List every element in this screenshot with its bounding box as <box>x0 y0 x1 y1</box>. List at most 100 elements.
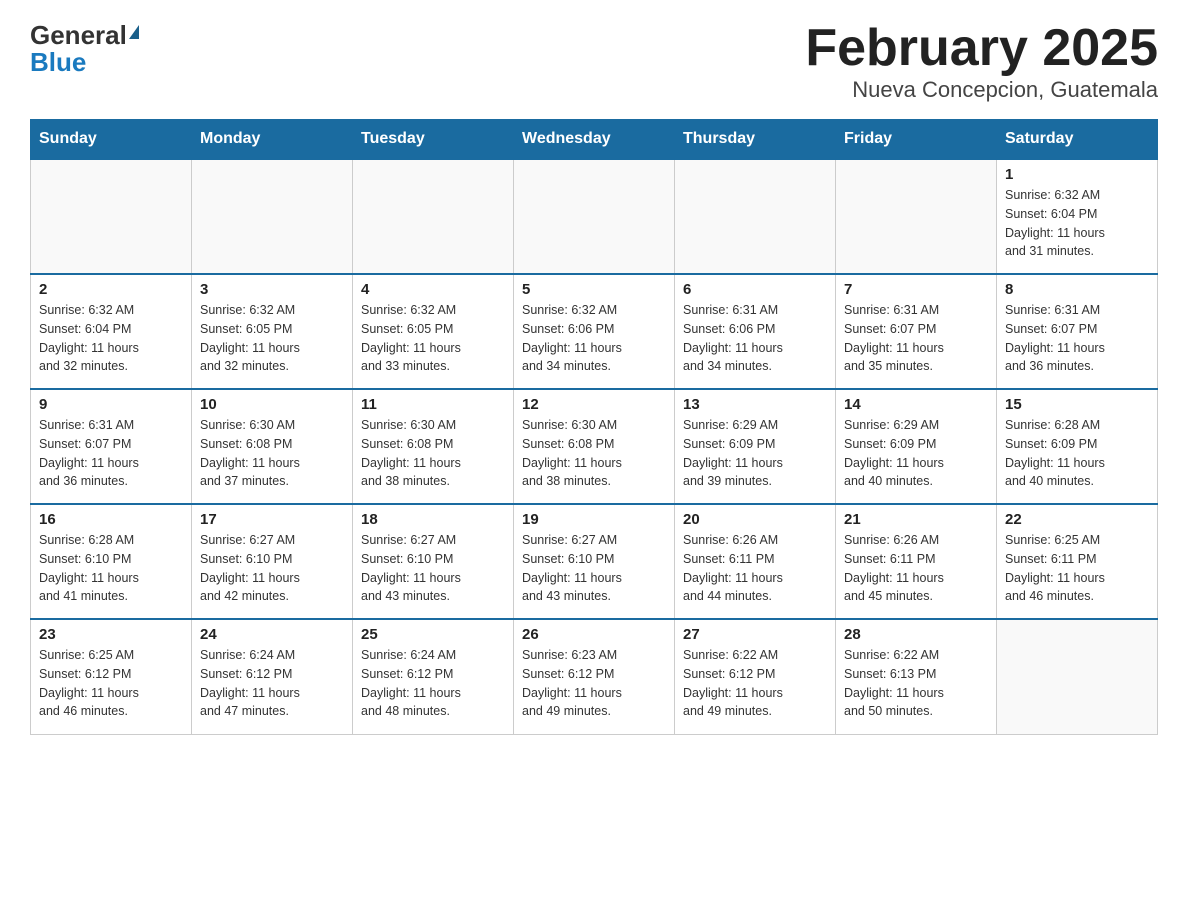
day-number: 19 <box>522 511 666 528</box>
day-info: Sunrise: 6:23 AMSunset: 6:12 PMDaylight:… <box>522 646 666 721</box>
table-row <box>836 159 997 274</box>
day-number: 7 <box>844 281 988 298</box>
day-number: 10 <box>200 396 344 413</box>
day-number: 14 <box>844 396 988 413</box>
table-row: 4Sunrise: 6:32 AMSunset: 6:05 PMDaylight… <box>353 274 514 389</box>
day-number: 18 <box>361 511 505 528</box>
day-info: Sunrise: 6:25 AMSunset: 6:12 PMDaylight:… <box>39 646 183 721</box>
day-number: 20 <box>683 511 827 528</box>
day-number: 5 <box>522 281 666 298</box>
day-number: 8 <box>1005 281 1149 298</box>
table-row: 25 Sunrise: 6:24 AMSunset: 6:12 PMDayligh… <box>353 619 514 734</box>
calendar-subtitle: Nueva Concepcion, Guatemala <box>805 77 1158 103</box>
day-number: 16 <box>39 511 183 528</box>
table-row <box>997 619 1158 734</box>
table-row: 18 Sunrise: 6:27 AMSunset: 6:10 PMDayligh… <box>353 504 514 619</box>
table-row: 20 Sunrise: 6:26 AMSunset: 6:11 PMDayligh… <box>675 504 836 619</box>
day-number: 23 <box>39 626 183 643</box>
day-info: Sunrise: 6:31 AMSunset: 6:06 PMDaylight:… <box>683 301 827 376</box>
header-saturday: Saturday <box>997 120 1158 160</box>
table-row: 7 Sunrise: 6:31 AMSunset: 6:07 PMDaylight… <box>836 274 997 389</box>
calendar-header: Sunday Monday Tuesday Wednesday Thursday… <box>31 120 1158 160</box>
day-number: 3 <box>200 281 344 298</box>
day-info: Sunrise: 6:32 AMSunset: 6:05 PMDaylight:… <box>361 301 505 376</box>
logo-triangle-icon <box>129 25 139 39</box>
table-row: 27 Sunrise: 6:22 AMSunset: 6:12 PMDayligh… <box>675 619 836 734</box>
table-row: 11 Sunrise: 6:30 AMSunset: 6:08 PMDayligh… <box>353 389 514 504</box>
day-number: 6 <box>683 281 827 298</box>
title-block: February 2025 Nueva Concepcion, Guatemal… <box>805 20 1158 103</box>
header-friday: Friday <box>836 120 997 160</box>
day-info: Sunrise: 6:30 AMSunset: 6:08 PMDaylight:… <box>361 416 505 491</box>
table-row: 15 Sunrise: 6:28 AMSunset: 6:09 PMDayligh… <box>997 389 1158 504</box>
day-info: Sunrise: 6:22 AMSunset: 6:12 PMDaylight:… <box>683 646 827 721</box>
header-wednesday: Wednesday <box>514 120 675 160</box>
table-row: 21 Sunrise: 6:26 AMSunset: 6:11 PMDayligh… <box>836 504 997 619</box>
table-row: 14 Sunrise: 6:29 AMSunset: 6:09 PMDayligh… <box>836 389 997 504</box>
day-info: Sunrise: 6:27 AMSunset: 6:10 PMDaylight:… <box>200 531 344 606</box>
table-row <box>675 159 836 274</box>
table-row: 2 Sunrise: 6:32 AMSunset: 6:04 PMDaylight… <box>31 274 192 389</box>
table-row: 5 Sunrise: 6:32 AMSunset: 6:06 PMDaylight… <box>514 274 675 389</box>
table-row: 16 Sunrise: 6:28 AMSunset: 6:10 PMDayligh… <box>31 504 192 619</box>
day-number: 2 <box>39 281 183 298</box>
day-number: 17 <box>200 511 344 528</box>
table-row: 28Sunrise: 6:22 AMSunset: 6:13 PMDayligh… <box>836 619 997 734</box>
day-info: Sunrise: 6:30 AMSunset: 6:08 PMDaylight:… <box>200 416 344 491</box>
page-header: General Blue February 2025 Nueva Concepc… <box>30 20 1158 103</box>
table-row: 12Sunrise: 6:30 AMSunset: 6:08 PMDayligh… <box>514 389 675 504</box>
day-number: 24 <box>200 626 344 643</box>
day-number: 15 <box>1005 396 1149 413</box>
calendar-table: Sunday Monday Tuesday Wednesday Thursday… <box>30 119 1158 735</box>
table-row: 22 Sunrise: 6:25 AMSunset: 6:11 PMDayligh… <box>997 504 1158 619</box>
day-number: 9 <box>39 396 183 413</box>
header-monday: Monday <box>192 120 353 160</box>
day-info: Sunrise: 6:25 AMSunset: 6:11 PMDaylight:… <box>1005 531 1149 606</box>
calendar-title: February 2025 <box>805 20 1158 77</box>
table-row: 24 Sunrise: 6:24 AMSunset: 6:12 PMDayligh… <box>192 619 353 734</box>
table-row: 3 Sunrise: 6:32 AMSunset: 6:05 PMDaylight… <box>192 274 353 389</box>
day-info: Sunrise: 6:24 AMSunset: 6:12 PMDaylight:… <box>361 646 505 721</box>
day-number: 11 <box>361 396 505 413</box>
table-row: 19 Sunrise: 6:27 AMSunset: 6:10 PMDayligh… <box>514 504 675 619</box>
table-row: 17 Sunrise: 6:27 AMSunset: 6:10 PMDayligh… <box>192 504 353 619</box>
header-thursday: Thursday <box>675 120 836 160</box>
table-row: 9 Sunrise: 6:31 AMSunset: 6:07 PMDaylight… <box>31 389 192 504</box>
day-number: 1 <box>1005 166 1149 183</box>
table-row: 6 Sunrise: 6:31 AMSunset: 6:06 PMDaylight… <box>675 274 836 389</box>
day-info: Sunrise: 6:32 AMSunset: 6:04 PMDaylight:… <box>39 301 183 376</box>
day-info: Sunrise: 6:28 AMSunset: 6:10 PMDaylight:… <box>39 531 183 606</box>
day-info: Sunrise: 6:31 AMSunset: 6:07 PMDaylight:… <box>39 416 183 491</box>
table-row: 26 Sunrise: 6:23 AMSunset: 6:12 PMDayligh… <box>514 619 675 734</box>
table-row: 10 Sunrise: 6:30 AMSunset: 6:08 PMDayligh… <box>192 389 353 504</box>
table-row: 8 Sunrise: 6:31 AMSunset: 6:07 PMDaylight… <box>997 274 1158 389</box>
logo: General Blue <box>30 20 139 78</box>
day-number: 21 <box>844 511 988 528</box>
day-number: 12 <box>522 396 666 413</box>
day-number: 28 <box>844 626 988 643</box>
day-info: Sunrise: 6:31 AMSunset: 6:07 PMDaylight:… <box>1005 301 1149 376</box>
day-info: Sunrise: 6:26 AMSunset: 6:11 PMDaylight:… <box>844 531 988 606</box>
day-info: Sunrise: 6:32 AMSunset: 6:06 PMDaylight:… <box>522 301 666 376</box>
day-number: 22 <box>1005 511 1149 528</box>
day-info: Sunrise: 6:29 AMSunset: 6:09 PMDaylight:… <box>844 416 988 491</box>
logo-blue-text: Blue <box>30 47 86 78</box>
header-tuesday: Tuesday <box>353 120 514 160</box>
table-row: 13Sunrise: 6:29 AMSunset: 6:09 PMDayligh… <box>675 389 836 504</box>
day-number: 26 <box>522 626 666 643</box>
day-info: Sunrise: 6:32 AMSunset: 6:05 PMDaylight:… <box>200 301 344 376</box>
day-info: Sunrise: 6:26 AMSunset: 6:11 PMDaylight:… <box>683 531 827 606</box>
day-info: Sunrise: 6:24 AMSunset: 6:12 PMDaylight:… <box>200 646 344 721</box>
table-row <box>514 159 675 274</box>
day-info: Sunrise: 6:28 AMSunset: 6:09 PMDaylight:… <box>1005 416 1149 491</box>
day-info: Sunrise: 6:27 AMSunset: 6:10 PMDaylight:… <box>522 531 666 606</box>
day-number: 27 <box>683 626 827 643</box>
day-number: 25 <box>361 626 505 643</box>
day-info: Sunrise: 6:27 AMSunset: 6:10 PMDaylight:… <box>361 531 505 606</box>
day-info: Sunrise: 6:31 AMSunset: 6:07 PMDaylight:… <box>844 301 988 376</box>
table-row <box>192 159 353 274</box>
table-row <box>353 159 514 274</box>
table-row <box>31 159 192 274</box>
day-number: 13 <box>683 396 827 413</box>
header-sunday: Sunday <box>31 120 192 160</box>
